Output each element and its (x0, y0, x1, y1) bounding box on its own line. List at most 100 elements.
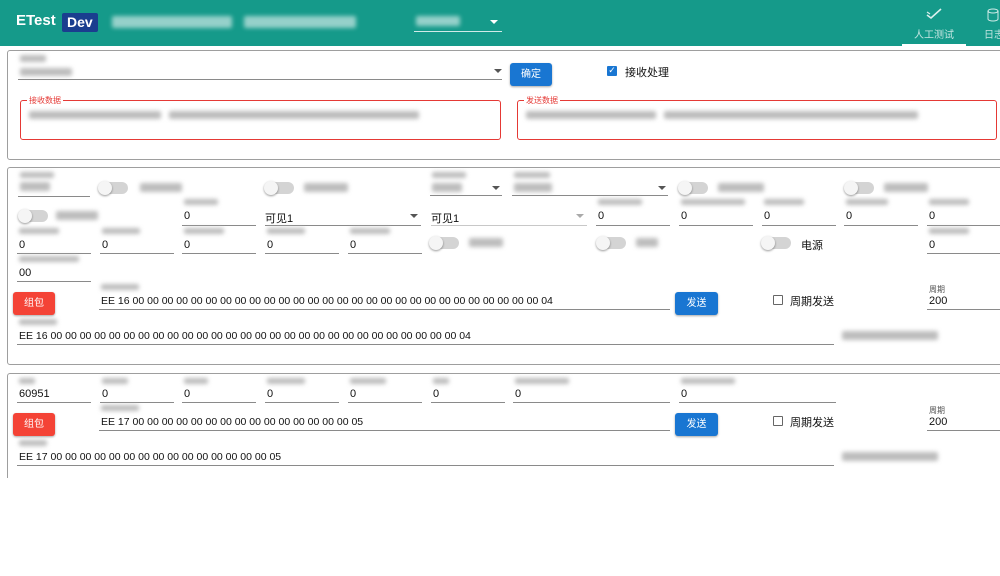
result-status-redacted (842, 331, 938, 340)
field-underline[interactable] (679, 402, 836, 403)
toggle-knob (18, 209, 32, 223)
select-underline (512, 195, 668, 196)
field-underline[interactable] (100, 253, 174, 254)
tab-manual-test-label: 人工测试 (914, 30, 954, 41)
field-label-redacted (515, 378, 569, 384)
pack-button[interactable]: 组包 (13, 292, 55, 315)
field-underline[interactable] (265, 402, 339, 403)
field-label-redacted (267, 228, 305, 234)
field-underline[interactable] (844, 225, 918, 226)
send-button[interactable]: 发送 (675, 413, 718, 436)
periodic-send-checkbox[interactable] (773, 416, 783, 426)
pack-button[interactable]: 组包 (13, 413, 55, 436)
field-underline[interactable] (348, 402, 422, 403)
chevron-down-icon (490, 20, 498, 24)
result-hex-field[interactable] (17, 465, 834, 466)
field-underline[interactable] (927, 225, 1000, 226)
power-toggle-label: 电源 (801, 240, 823, 252)
toggle-label-redacted (884, 183, 928, 192)
send-button[interactable]: 发送 (675, 292, 718, 315)
field-value: 0 (929, 239, 936, 251)
device-select-underline (414, 31, 502, 32)
frame-hex-value: EE 17 00 00 00 00 00 00 00 00 00 00 00 0… (101, 416, 364, 428)
field-value: 0 (681, 388, 688, 400)
tab-manual-test[interactable]: 人工测试 (902, 0, 966, 46)
field-underline[interactable] (182, 402, 256, 403)
device-select[interactable] (414, 12, 502, 32)
field-underline[interactable] (17, 253, 91, 254)
result-label-redacted (19, 319, 57, 325)
result-label-redacted (19, 440, 47, 446)
field-underline[interactable] (265, 253, 339, 254)
field-label-redacted (267, 378, 305, 384)
period-value: 200 (929, 295, 948, 307)
field-label-redacted (184, 378, 208, 384)
result-hex-value: EE 17 00 00 00 00 00 00 00 00 00 00 00 0… (19, 451, 282, 463)
field-label-redacted (102, 228, 140, 234)
receive-data-value-redacted (29, 111, 161, 119)
result-hex-field[interactable] (17, 344, 834, 345)
field-underline[interactable] (431, 402, 505, 403)
period-input[interactable] (927, 309, 1000, 310)
field-value: 0 (764, 210, 771, 222)
visibility-select-value: 可见1 (431, 213, 460, 225)
field-label-redacted (19, 256, 79, 262)
field-label-redacted (764, 199, 804, 205)
field-value: 0 (846, 210, 853, 222)
field-underline[interactable] (513, 402, 670, 403)
field-underline[interactable] (762, 225, 836, 226)
select-field[interactable] (430, 170, 502, 196)
field-underline[interactable] (182, 253, 256, 254)
field-underline[interactable] (100, 402, 174, 403)
toggle-knob (761, 236, 775, 250)
confirm-button[interactable]: 确定 (510, 63, 552, 86)
field-value: 0 (184, 210, 191, 222)
periodic-send-label: 周期发送 (790, 296, 834, 308)
field-underline[interactable] (18, 196, 90, 197)
period-value: 200 (929, 416, 948, 428)
chevron-down-icon (410, 214, 418, 218)
frame-hex-input[interactable] (99, 430, 670, 431)
toggle-label-redacted (718, 183, 764, 192)
receive-process-label: 接收处理 (625, 67, 669, 79)
frame-label-redacted (101, 405, 139, 411)
frame-hex-input[interactable] (99, 309, 670, 310)
field-underline[interactable] (927, 253, 1000, 254)
periodic-send-checkbox[interactable] (773, 295, 783, 305)
field-value: 0 (433, 388, 440, 400)
field-underline[interactable] (182, 225, 256, 226)
visibility-select-2[interactable]: 可见1 (431, 199, 587, 226)
brand-env-badge: Dev (62, 13, 98, 32)
period-input[interactable] (927, 430, 1000, 431)
receive-process-checkbox[interactable]: ✓ (607, 66, 617, 76)
toggle-label-redacted (56, 211, 98, 220)
field-underline[interactable] (348, 253, 422, 254)
field-underline[interactable] (17, 402, 91, 403)
field-value: 00 (19, 267, 32, 279)
select-field[interactable] (512, 170, 668, 196)
receive-data-legend: 接收数据 (27, 95, 63, 106)
field-label-redacted (184, 199, 218, 205)
field-value: 0 (350, 388, 357, 400)
visibility-select-1[interactable]: 可见1 (265, 199, 421, 226)
send-data-field[interactable]: 发送数据 (517, 95, 997, 140)
field-value: 0 (267, 239, 274, 251)
tab-log[interactable]: 日志 (975, 0, 1000, 46)
field-label-redacted (184, 228, 224, 234)
receive-data-field[interactable]: 接收数据 (20, 95, 501, 140)
select-value-redacted (514, 183, 552, 192)
port-select[interactable] (18, 62, 502, 80)
port-select-label-redacted (20, 55, 46, 62)
field-underline[interactable] (679, 225, 753, 226)
field-underline[interactable] (596, 225, 670, 226)
field-value: 0 (350, 239, 357, 251)
page-blank-area (0, 478, 1000, 576)
field-value-redacted (20, 182, 50, 191)
toggle-label-redacted (140, 183, 182, 192)
field-label-redacted (350, 228, 390, 234)
field-label-redacted (350, 378, 386, 384)
field-value: 0 (681, 210, 688, 222)
field-underline[interactable] (17, 281, 91, 282)
field-value: 60951 (19, 388, 50, 400)
periodic-send-label: 周期发送 (790, 417, 834, 429)
